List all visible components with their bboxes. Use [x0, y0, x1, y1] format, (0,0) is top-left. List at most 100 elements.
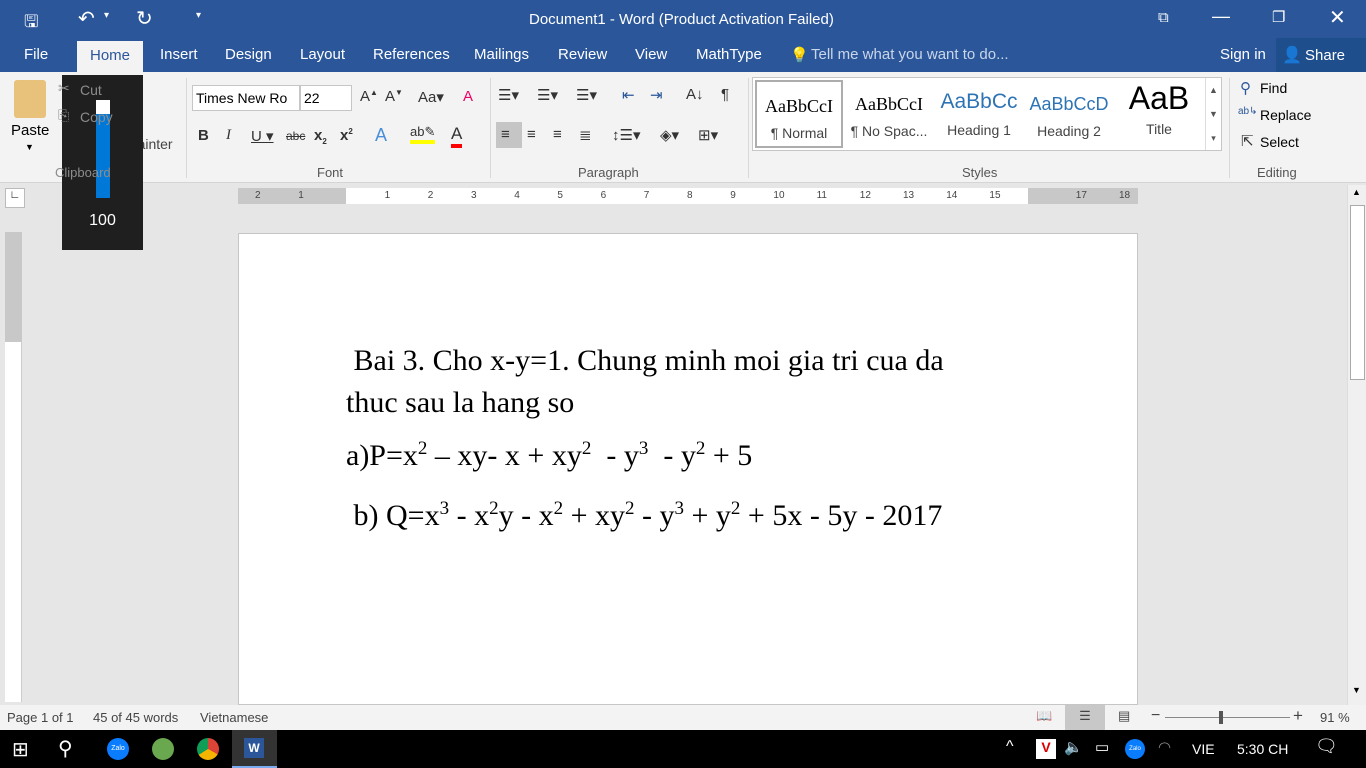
copy-icon[interactable]: ⎘: [58, 107, 69, 124]
sign-in-link[interactable]: Sign in: [1220, 46, 1266, 63]
show-hidden-icons[interactable]: ^: [1006, 738, 1014, 756]
change-case-icon[interactable]: Aa▾: [418, 88, 444, 106]
zoom-slider-thumb[interactable]: [1219, 711, 1223, 724]
restore-icon[interactable]: ❐: [1272, 8, 1285, 26]
sort-icon[interactable]: A↓: [686, 86, 704, 103]
find-button[interactable]: Find: [1260, 80, 1287, 96]
word-taskbar-button[interactable]: W: [232, 730, 277, 768]
font-name-select[interactable]: Times New Ro: [192, 85, 300, 111]
unikey-icon[interactable]: V: [1036, 739, 1056, 759]
tab-references[interactable]: References: [373, 46, 450, 63]
redo-icon[interactable]: ↻: [136, 6, 153, 31]
zalo-tray-icon[interactable]: Zalo: [1125, 739, 1145, 759]
web-layout-icon[interactable]: ▤: [1118, 708, 1130, 724]
borders-icon[interactable]: ⊞▾: [698, 126, 718, 144]
replace-button[interactable]: Replace: [1260, 107, 1311, 123]
line-spacing-icon[interactable]: ↕☰▾: [612, 126, 640, 144]
volume-icon[interactable]: 🔈: [1064, 738, 1083, 756]
share-button[interactable]: 👤 Share: [1276, 38, 1366, 72]
tab-view[interactable]: View: [635, 46, 667, 63]
cut-button[interactable]: Cut: [80, 82, 102, 98]
windows-start-icon[interactable]: ⊞: [12, 737, 29, 762]
horizontal-ruler[interactable]: 2 1 1 2 3 4 5 6 7 8 9 10 11 12 13 14 15 17 18: [238, 188, 1138, 204]
multilevel-list-icon[interactable]: ☰▾: [576, 86, 597, 104]
increase-indent-icon[interactable]: ⇥: [650, 86, 663, 104]
style-title[interactable]: AaB Title: [1115, 80, 1203, 148]
styles-scroll[interactable]: ▲ ▼ ▾: [1205, 78, 1221, 150]
zoom-in-icon[interactable]: +: [1293, 706, 1303, 726]
zalo-icon[interactable]: Zalo: [107, 738, 129, 760]
search-icon[interactable]: ⚲: [58, 736, 73, 761]
font-size-select[interactable]: 22: [300, 85, 352, 111]
cut-icon[interactable]: ✂: [58, 80, 70, 97]
italic-icon[interactable]: I: [226, 127, 231, 144]
tab-home[interactable]: Home: [77, 41, 144, 72]
style-heading-1[interactable]: AaBbCc Heading 1: [935, 80, 1023, 148]
superscript-icon[interactable]: x2: [340, 127, 353, 144]
read-mode-icon[interactable]: 📖: [1036, 708, 1052, 724]
action-center-icon[interactable]: 🗨: [1315, 736, 1338, 757]
show-formatting-icon[interactable]: ¶: [721, 86, 729, 103]
minimize-icon[interactable]: —: [1212, 6, 1230, 27]
align-right-icon[interactable]: ≡: [553, 126, 562, 143]
clock[interactable]: 5:30 CH: [1237, 741, 1288, 757]
shrink-font-icon[interactable]: A▼: [385, 88, 403, 105]
strikethrough-icon[interactable]: abc: [286, 129, 305, 143]
zoom-level[interactable]: 91 %: [1320, 710, 1350, 725]
shading-icon[interactable]: ◈▾: [660, 126, 679, 144]
tab-design[interactable]: Design: [225, 46, 272, 63]
tab-selector[interactable]: ∟: [5, 188, 25, 208]
select-button[interactable]: Select: [1260, 134, 1299, 150]
zoom-out-icon[interactable]: −: [1151, 707, 1160, 725]
paste-dropdown-icon[interactable]: ▼: [25, 142, 34, 152]
font-color-icon[interactable]: A: [451, 124, 463, 148]
document-page[interactable]: Bai 3. Cho x-y=1. Chung minh moi gia tri…: [238, 233, 1138, 705]
text-effects-icon[interactable]: A: [375, 125, 387, 146]
decrease-indent-icon[interactable]: ⇤: [622, 86, 635, 104]
tab-insert[interactable]: Insert: [160, 46, 198, 63]
zoom-slider[interactable]: [1165, 711, 1290, 724]
battery-icon[interactable]: ▭: [1095, 738, 1109, 756]
vertical-scrollbar[interactable]: ▲ ▼: [1347, 185, 1366, 705]
bullets-icon[interactable]: ☰▾: [498, 86, 519, 104]
app-icon[interactable]: [152, 738, 174, 760]
tab-review[interactable]: Review: [558, 46, 607, 63]
paste-button[interactable]: Paste: [11, 122, 49, 139]
page-count[interactable]: Page 1 of 1: [7, 710, 74, 725]
tab-file[interactable]: File: [24, 46, 48, 63]
undo-icon[interactable]: ↶: [78, 6, 95, 31]
align-center-icon[interactable]: ≡: [527, 126, 536, 143]
undo-dropdown-icon[interactable]: ▾: [104, 10, 109, 21]
highlight-icon[interactable]: ab✎: [410, 124, 436, 144]
print-layout-icon[interactable]: ☰: [1065, 705, 1105, 730]
vertical-ruler[interactable]: [5, 232, 22, 702]
tab-mailings[interactable]: Mailings: [474, 46, 529, 63]
scroll-thumb[interactable]: [1350, 205, 1365, 380]
customize-qat-icon[interactable]: ▾: [196, 10, 201, 21]
copy-button[interactable]: Copy: [80, 109, 113, 125]
paste-icon[interactable]: [14, 80, 46, 118]
align-left-icon[interactable]: ≡: [496, 122, 522, 148]
scroll-up-icon[interactable]: ▲: [1352, 187, 1361, 197]
subscript-icon[interactable]: x2: [314, 127, 327, 146]
close-icon[interactable]: ✕: [1329, 5, 1346, 30]
save-icon[interactable]: 🖫: [24, 9, 38, 38]
style-normal[interactable]: AaBbCcI ¶ Normal: [755, 80, 843, 148]
numbering-icon[interactable]: ☰▾: [537, 86, 558, 104]
input-language[interactable]: VIE: [1192, 741, 1215, 757]
wifi-icon[interactable]: ◠: [1158, 738, 1171, 756]
tab-layout[interactable]: Layout: [300, 46, 345, 63]
style-heading-2[interactable]: AaBbCcD Heading 2: [1025, 80, 1113, 148]
tell-me-input[interactable]: Tell me what you want to do...: [811, 46, 1009, 63]
justify-icon[interactable]: ≣: [579, 126, 592, 144]
tab-mathtype[interactable]: MathType: [696, 46, 762, 63]
style-no-spacing[interactable]: AaBbCcI ¶ No Spac...: [845, 80, 933, 148]
chrome-icon[interactable]: [197, 738, 219, 760]
language-status[interactable]: Vietnamese: [200, 710, 268, 725]
ribbon-display-icon[interactable]: ⧉: [1158, 9, 1169, 26]
grow-font-icon[interactable]: A▲: [360, 88, 378, 105]
word-count[interactable]: 45 of 45 words: [93, 710, 178, 725]
clear-formatting-icon[interactable]: A: [463, 88, 473, 105]
underline-icon[interactable]: U ▾: [251, 127, 274, 145]
bold-icon[interactable]: B: [198, 127, 209, 144]
